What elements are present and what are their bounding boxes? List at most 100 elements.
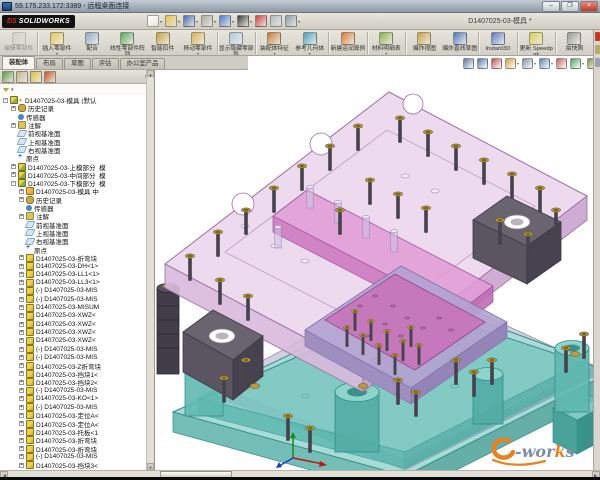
tree-expander-icon[interactable]: + [19, 421, 24, 426]
tab-sketch[interactable]: 草图 [64, 58, 91, 69]
tree-item[interactable]: +上视基准面 [0, 137, 154, 145]
dropdown-caret-icon[interactable]: ▾ [309, 52, 311, 55]
dropdown-caret-icon[interactable]: ▾ [250, 19, 252, 24]
dropdown-caret-icon[interactable]: ▾ [232, 19, 234, 24]
cm-insert-components-button[interactable]: 插入零部件▾ [39, 31, 74, 55]
mold-assembly-model[interactable] [155, 56, 593, 470]
tree-item[interactable]: +原点 [0, 245, 154, 253]
taskpane-design-library-tab[interactable] [595, 45, 600, 54]
cm-reference-geometry-button[interactable]: 参考几何体▾ [292, 31, 327, 55]
tree-item[interactable]: +D1407025-03-MISUM [0, 303, 154, 311]
tree-scroll-up-arrow[interactable]: ▲ [147, 70, 154, 77]
tree-expander-icon[interactable]: + [19, 430, 24, 435]
edit-appearance-button[interactable] [556, 58, 567, 69]
tree-item[interactable]: +D1407025-03-LL3<1> [0, 279, 154, 287]
tree-expander-icon[interactable]: + [19, 355, 24, 360]
filter-caret-icon[interactable]: ▾ [11, 87, 14, 93]
tab-layout[interactable]: 布局 [36, 58, 63, 69]
tab-office-products[interactable]: 办公室产品 [120, 58, 166, 69]
dropdown-caret-icon[interactable]: ▾ [178, 19, 180, 24]
tree-item[interactable]: +D1407025-03-中间部分_模 [0, 171, 154, 179]
tree-item[interactable]: +(-) D1407025-03-MIS [0, 287, 154, 295]
apply-scene-button[interactable]: ▾ [570, 58, 584, 69]
dropdown-caret-icon[interactable]: ▾ [214, 19, 216, 24]
spring-stack[interactable] [157, 284, 179, 375]
display-style-button[interactable]: ▾ [522, 58, 536, 69]
propertymanager-tab[interactable] [16, 71, 28, 83]
tree-expander-icon[interactable]: + [19, 388, 24, 393]
tree-item[interactable]: +D1407025-03-XWZ< [0, 337, 154, 345]
tree-item[interactable]: +传感器 [0, 113, 154, 121]
dropdown-caret-icon[interactable]: ▾ [385, 52, 387, 55]
cm-assembly-features-button[interactable]: 装配体特征▾ [257, 31, 292, 55]
cm-new-motion-study-button[interactable]: 新建运动算例 [330, 31, 365, 55]
horizontal-scrollbar[interactable] [0, 470, 600, 477]
tree-expander-icon[interactable]: + [19, 297, 24, 302]
tree-expander-icon[interactable]: + [19, 463, 24, 468]
taskpane-file-explorer-tab[interactable] [595, 58, 600, 67]
graphics-area[interactable]: ▾▾▾▾▾ [155, 56, 593, 470]
undo-button[interactable]: ▾ [219, 15, 234, 27]
tree-item[interactable]: +D1407025-03-XWZ< [0, 328, 154, 336]
tree-expander-icon[interactable]: + [19, 413, 24, 418]
rebuild-button[interactable] [255, 15, 267, 27]
tree-item[interactable]: +D1407025-03-折弯块 [0, 444, 154, 452]
tree-expander-icon[interactable]: + [19, 280, 24, 285]
tree-item[interactable]: +右视基准面 [0, 237, 154, 245]
zoom-area-button[interactable] [477, 58, 488, 69]
dropdown-caret-icon[interactable]: ▾ [160, 19, 162, 24]
tree-expander-icon[interactable]: + [19, 405, 24, 410]
tree-expander-icon[interactable]: + [19, 338, 24, 343]
tree-expander-icon[interactable]: + [11, 164, 16, 169]
cm-bom-button[interactable]: 材料明细表▾ [369, 31, 404, 55]
tree-expander-icon[interactable]: + [19, 322, 24, 327]
tree-item[interactable]: +(-) D1407025-03-MIS [0, 353, 154, 361]
tree-item[interactable]: +D1407025-03-定位A< [0, 411, 154, 419]
dropdown-caret-icon[interactable]: ▾ [534, 61, 536, 66]
tree-expander-icon[interactable]: + [19, 438, 24, 443]
tree-item[interactable]: +注解 [0, 121, 154, 129]
dropdown-caret-icon[interactable]: ▾ [196, 19, 198, 24]
minimize-button[interactable]: – [542, 1, 560, 12]
cm-show-hidden-components-button[interactable]: 显示隐藏零部件 [219, 31, 254, 55]
tree-expander-icon[interactable]: + [19, 371, 24, 376]
tree-item[interactable]: +D1407025-03-Z折弯块 [0, 362, 154, 370]
cm-instant3d-button[interactable]: Instant3D [480, 31, 515, 55]
options-button[interactable]: ▾ [285, 15, 300, 27]
tree-expander-icon[interactable]: + [19, 380, 24, 385]
tree-item[interactable]: +D1407025-03-KO<1> [0, 395, 154, 403]
tree-item[interactable]: +D1407025-03-定位A< [0, 420, 154, 428]
cm-linear-pattern-button[interactable]: 线性零部件阵列▾ [110, 31, 145, 55]
tree-item[interactable]: +D1407025-03-DH<1> [0, 262, 154, 270]
dropdown-caret-icon[interactable]: ▾ [56, 52, 58, 55]
close-button[interactable]: × [580, 1, 598, 12]
tree-item[interactable]: +(-) D1407025-03-MIS [0, 295, 154, 303]
new-document-button[interactable]: ▾ [147, 15, 162, 27]
tree-item[interactable]: +传感器 [0, 204, 154, 212]
tree-item[interactable]: -▲D1407025-03-模具 (默认 [0, 96, 154, 104]
tree-item[interactable]: +D1407025-03-挡块2< [0, 378, 154, 386]
save-button[interactable]: ▾ [183, 15, 198, 27]
dropdown-caret-icon[interactable]: ▾ [582, 61, 584, 66]
tree-item[interactable]: +(-) D1407025-03-MIS [0, 386, 154, 394]
cm-move-component-button[interactable]: 移动零部件▾ [180, 31, 215, 55]
tree-expander-icon[interactable]: + [19, 454, 24, 459]
tree-expander-icon[interactable]: + [19, 305, 24, 310]
hide-show-items-button[interactable]: ▾ [539, 58, 553, 69]
tree-expander-icon[interactable]: - [3, 98, 8, 103]
solidworks-logo[interactable]: DS SOLIDWORKS [2, 15, 75, 28]
tree-item[interactable]: +D1407025-03-挡块3< [0, 461, 154, 469]
dropdown-caret-icon[interactable]: ▾ [273, 52, 275, 55]
tree-item[interactable]: +历史记录 [0, 104, 154, 112]
tree-expander-icon[interactable]: + [19, 197, 24, 202]
tree-expander-icon[interactable]: + [19, 255, 24, 260]
cm-exploded-view-button[interactable]: 爆炸视图 [407, 31, 442, 55]
tree-expander-icon[interactable]: + [19, 214, 24, 219]
maximize-button[interactable]: ❐ [561, 1, 579, 12]
tree-item[interactable]: +(-) D1407025-03-MIS [0, 453, 154, 461]
cm-edit-component-button[interactable]: 编辑零部件 [1, 31, 36, 55]
zoom-fit-button[interactable] [463, 58, 474, 69]
open-button[interactable]: ▾ [165, 15, 180, 27]
tree-expander-icon[interactable]: + [19, 363, 24, 368]
tree-item[interactable]: -D1407025-03-下模部分_模 [0, 179, 154, 187]
